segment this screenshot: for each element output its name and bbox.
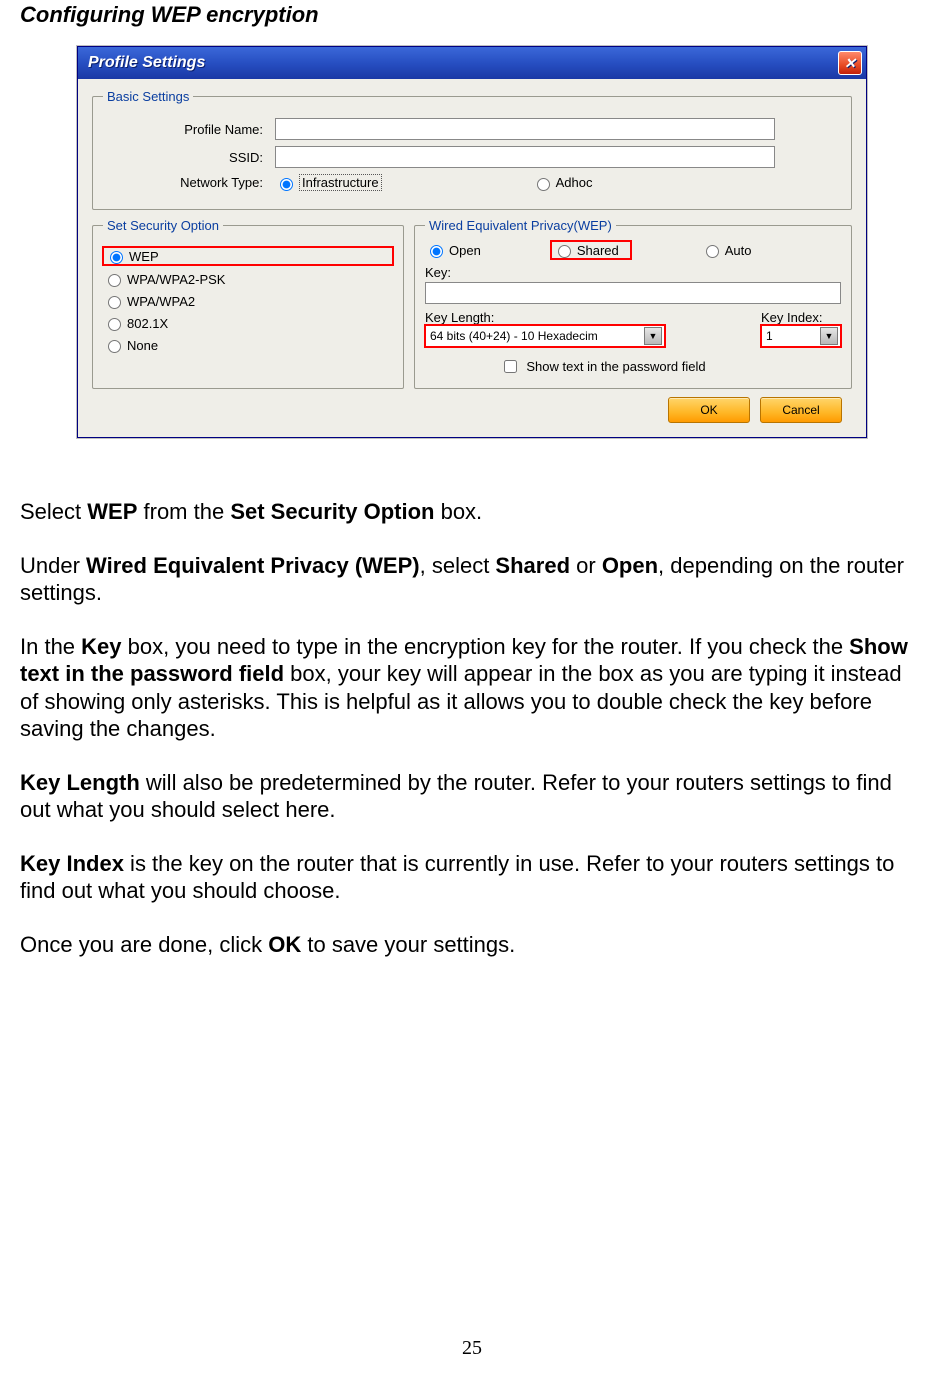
action-row: OK Cancel (92, 397, 852, 423)
wep-auth-auto[interactable]: Auto (701, 242, 752, 258)
network-type-infrastructure-label: Infrastructure (299, 174, 382, 191)
profile-settings-window: Profile Settings ✕ Basic Settings Profil… (77, 46, 867, 438)
security-option-wep-radio[interactable] (110, 251, 123, 264)
key-length-value: 64 bits (40+24) - 10 Hexadecim (430, 329, 598, 343)
network-type-infrastructure-radio[interactable] (280, 178, 293, 191)
wep-auth-open-radio[interactable] (430, 245, 443, 258)
key-index-select[interactable]: 1 ▼ (761, 325, 841, 347)
wep-auth-open[interactable]: Open (425, 242, 481, 258)
security-option-wpapsk[interactable]: WPA/WPA2-PSK (103, 271, 393, 287)
network-type-adhoc-label: Adhoc (556, 175, 593, 190)
close-button[interactable]: ✕ (838, 51, 862, 75)
chevron-down-icon: ▼ (820, 327, 838, 345)
security-option-wep-label: WEP (129, 249, 159, 264)
security-option-wep[interactable]: WEP (103, 247, 393, 265)
security-option-8021x[interactable]: 802.1X (103, 315, 393, 331)
profile-name-label: Profile Name: (103, 122, 275, 137)
wep-auth-shared-radio[interactable] (558, 245, 571, 258)
security-option-none-radio[interactable] (108, 340, 121, 353)
close-icon: ✕ (844, 55, 856, 72)
document-body: Select WEP from the Set Security Option … (20, 498, 924, 958)
network-type-infrastructure[interactable]: Infrastructure (275, 174, 382, 191)
security-option-8021x-label: 802.1X (127, 316, 168, 331)
form-body: Basic Settings Profile Name: SSID: Netwo… (78, 79, 866, 437)
profile-name-input[interactable] (275, 118, 775, 140)
security-option-legend: Set Security Option (103, 218, 223, 233)
security-option-8021x-radio[interactable] (108, 318, 121, 331)
security-option-none-label: None (127, 338, 158, 353)
network-type-adhoc-radio[interactable] (537, 178, 550, 191)
paragraph-1: Select WEP from the Set Security Option … (20, 498, 924, 526)
key-length-label: Key Length: (425, 310, 731, 325)
page-number: 25 (0, 1337, 944, 1360)
security-option-wpapsk-radio[interactable] (108, 274, 121, 287)
paragraph-4: Key Length will also be predetermined by… (20, 769, 924, 824)
paragraph-5: Key Index is the key on the router that … (20, 850, 924, 905)
paragraph-3: In the Key box, you need to type in the … (20, 633, 924, 743)
security-option-wpa-radio[interactable] (108, 296, 121, 309)
security-option-none[interactable]: None (103, 337, 393, 353)
wep-auth-shared[interactable]: Shared (551, 241, 631, 259)
ok-button[interactable]: OK (668, 397, 750, 423)
ssid-label: SSID: (103, 150, 275, 165)
paragraph-6: Once you are done, click OK to save your… (20, 931, 924, 959)
network-type-options: Infrastructure Adhoc (275, 174, 622, 191)
wep-key-label: Key: (425, 265, 841, 280)
page-heading: Configuring WEP encryption (20, 0, 924, 28)
window-title: Profile Settings (88, 54, 838, 72)
basic-settings-fieldset: Basic Settings Profile Name: SSID: Netwo… (92, 89, 852, 210)
basic-settings-legend: Basic Settings (103, 89, 193, 104)
wep-auth-shared-label: Shared (577, 243, 619, 258)
key-index-value: 1 (766, 329, 773, 343)
cancel-button[interactable]: Cancel (760, 397, 842, 423)
wep-auth-open-label: Open (449, 243, 481, 258)
wep-key-input[interactable] (425, 282, 841, 304)
paragraph-2: Under Wired Equivalent Privacy (WEP), se… (20, 552, 924, 607)
security-option-fieldset: Set Security Option WEP WPA/WPA2-PSK WPA… (92, 218, 404, 389)
wep-legend: Wired Equivalent Privacy(WEP) (425, 218, 616, 233)
screenshot-container: Profile Settings ✕ Basic Settings Profil… (77, 46, 867, 438)
titlebar: Profile Settings ✕ (78, 47, 866, 79)
security-option-wpa-label: WPA/WPA2 (127, 294, 195, 309)
wep-auth-auto-label: Auto (725, 243, 752, 258)
chevron-down-icon: ▼ (644, 327, 662, 345)
key-index-label: Key Index: (761, 310, 841, 325)
security-option-wpapsk-label: WPA/WPA2-PSK (127, 272, 225, 287)
network-type-label: Network Type: (103, 175, 275, 190)
ssid-input[interactable] (275, 146, 775, 168)
network-type-adhoc[interactable]: Adhoc (532, 175, 593, 191)
wep-fieldset: Wired Equivalent Privacy(WEP) Open Share… (414, 218, 852, 389)
key-length-select[interactable]: 64 bits (40+24) - 10 Hexadecim ▼ (425, 325, 665, 347)
security-option-wpa[interactable]: WPA/WPA2 (103, 293, 393, 309)
wep-auth-auto-radio[interactable] (706, 245, 719, 258)
show-text-checkbox-label: Show text in the password field (526, 359, 705, 374)
show-text-checkbox[interactable] (504, 360, 517, 373)
